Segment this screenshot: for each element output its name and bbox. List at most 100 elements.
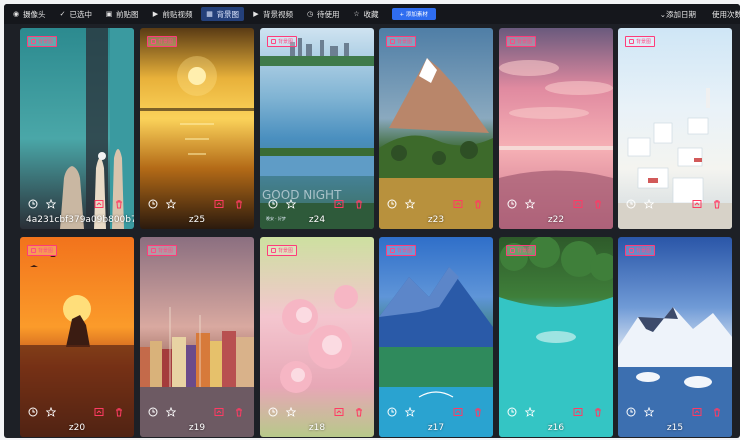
background-card[interactable]: 背景图 z18 (260, 237, 374, 437)
background-card[interactable]: 背景图 z20 (20, 237, 134, 437)
tag-label: 背景图 (158, 248, 174, 254)
set-background-icon[interactable] (453, 407, 463, 417)
star-icon[interactable] (644, 199, 654, 209)
background-card[interactable]: 背景图 (618, 28, 732, 229)
clock-icon[interactable] (148, 407, 158, 417)
clock-icon[interactable] (148, 199, 158, 209)
trash-icon[interactable] (473, 199, 483, 209)
clock-icon[interactable] (387, 407, 397, 417)
tab-favorites[interactable]: ☆ 收藏 (348, 7, 384, 21)
set-background-icon[interactable] (692, 407, 702, 417)
card-name: 4a231cbf379a09b800b75 (26, 215, 134, 225)
image-icon (510, 248, 515, 253)
tab-webcam[interactable]: ◉ 摄像头 (7, 7, 51, 21)
app-window: ◉ 摄像头 ✓ 已选中 ▣ 前贴图 ▶ 前贴视频 ▦ 背景图 ▶ 背景视频 ◷ 待使用 ☆ 收藏… (4, 4, 740, 438)
trash-icon[interactable] (234, 407, 244, 417)
image-sticker-icon: ▣ (105, 10, 113, 18)
background-tag: 背景图 (147, 36, 178, 47)
card-name: z24 (308, 215, 326, 225)
card-name: z19 (188, 423, 206, 433)
star-icon[interactable] (46, 407, 56, 417)
background-tag: 背景图 (386, 36, 417, 47)
set-background-icon[interactable] (334, 407, 344, 417)
tag-label: 背景图 (397, 248, 413, 254)
image-icon (390, 39, 395, 44)
sort-by-date[interactable]: ⌄添加日期 (660, 9, 696, 20)
background-card[interactable]: 背景图 z15 (618, 237, 732, 437)
trash-icon[interactable] (114, 407, 124, 417)
image-icon (31, 39, 36, 44)
clock-icon[interactable] (387, 199, 397, 209)
tag-label: 背景图 (517, 39, 533, 45)
trash-icon[interactable] (593, 199, 603, 209)
star-icon[interactable] (525, 407, 535, 417)
background-card[interactable]: 背景图 z22 (499, 28, 613, 229)
set-background-icon[interactable] (214, 199, 224, 209)
trash-icon[interactable] (712, 407, 722, 417)
star-icon[interactable] (405, 407, 415, 417)
card-name: z15 (666, 423, 684, 433)
clock-icon[interactable] (626, 199, 636, 209)
clock-icon[interactable] (507, 199, 517, 209)
set-background-icon[interactable] (334, 199, 344, 209)
clock-icon[interactable] (268, 199, 278, 209)
tab-pending[interactable]: ◷ 待使用 (301, 7, 345, 21)
set-background-icon[interactable] (573, 199, 583, 209)
background-image-grid: 背景图 4a231cbf379a09b800b75 背景图 z25 GOOD NIG… (20, 28, 740, 438)
background-card[interactable]: 背景图 z17 (379, 237, 493, 437)
sort-by-usage[interactable]: 使用次数 (712, 9, 740, 20)
set-background-icon[interactable] (453, 199, 463, 209)
star-icon[interactable] (286, 199, 296, 209)
trash-icon[interactable] (354, 407, 364, 417)
clock-icon[interactable] (28, 199, 38, 209)
tab-background-video[interactable]: ▶ 背景视频 (247, 7, 298, 21)
star-icon[interactable] (166, 407, 176, 417)
card-name: z25 (188, 215, 206, 225)
tag-label: 背景图 (517, 248, 533, 254)
star-icon[interactable] (644, 407, 654, 417)
clock-icon[interactable] (507, 407, 517, 417)
background-card[interactable]: GOOD NIGHT 背景图 晚安 · 好梦 z24 (260, 28, 374, 229)
background-card[interactable]: 背景图 z19 (140, 237, 254, 437)
trash-icon[interactable] (473, 407, 483, 417)
tab-front-sticker[interactable]: ▣ 前贴图 (100, 7, 144, 21)
tab-selected[interactable]: ✓ 已选中 (54, 7, 98, 21)
add-material-button[interactable]: + 添加素材 (391, 8, 436, 20)
star-icon[interactable] (405, 199, 415, 209)
trash-icon[interactable] (354, 199, 364, 209)
background-card[interactable]: 背景图 4a231cbf379a09b800b75 (20, 28, 134, 229)
card-name: z18 (308, 423, 326, 433)
star-icon[interactable] (46, 199, 56, 209)
star-icon[interactable] (166, 199, 176, 209)
tag-label: 背景图 (158, 39, 174, 45)
set-background-icon[interactable] (692, 199, 702, 209)
trash-icon[interactable] (234, 199, 244, 209)
clock-icon[interactable] (28, 407, 38, 417)
background-card[interactable]: 背景图 z16 (499, 237, 613, 437)
clock-icon[interactable] (626, 407, 636, 417)
tab-background-image[interactable]: ▦ 背景图 (200, 7, 244, 21)
image-icon (151, 248, 156, 253)
image-icon (151, 39, 156, 44)
trash-icon[interactable] (712, 199, 722, 209)
star-icon[interactable] (525, 199, 535, 209)
trash-icon[interactable] (593, 407, 603, 417)
card-name: z17 (427, 423, 445, 433)
clock-icon[interactable] (268, 407, 278, 417)
image-icon (629, 248, 634, 253)
star-icon[interactable] (286, 407, 296, 417)
tag-label: 背景图 (278, 39, 294, 45)
image-icon (271, 248, 276, 253)
tab-front-video[interactable]: ▶ 前贴视频 (147, 7, 198, 21)
background-card[interactable]: 背景图 z23 (379, 28, 493, 229)
set-background-icon[interactable] (573, 407, 583, 417)
set-background-icon[interactable] (214, 407, 224, 417)
card-name: z16 (547, 423, 565, 433)
image-icon (629, 39, 634, 44)
tag-label: 背景图 (38, 39, 54, 45)
background-card[interactable]: 背景图 z25 (140, 28, 254, 229)
set-background-icon[interactable] (94, 407, 104, 417)
background-tag: 背景图 (625, 36, 656, 47)
set-background-icon[interactable] (94, 199, 104, 209)
trash-icon[interactable] (114, 199, 124, 209)
